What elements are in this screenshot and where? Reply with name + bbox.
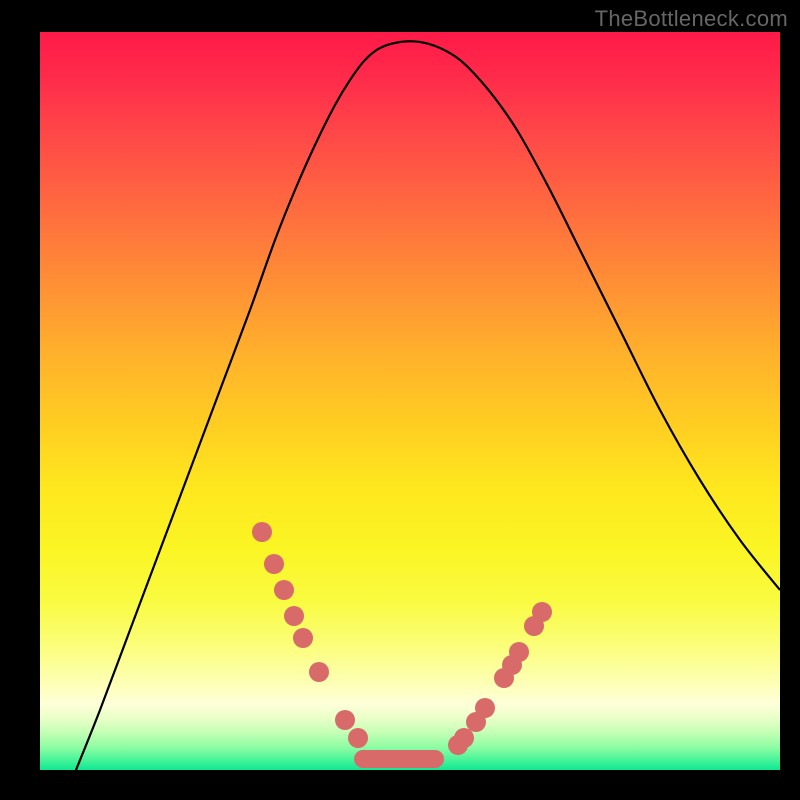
data-marker <box>293 628 313 648</box>
data-marker <box>284 606 304 626</box>
data-marker <box>348 728 368 748</box>
data-marker <box>454 728 474 748</box>
chart-svg <box>40 32 780 770</box>
data-marker <box>532 602 552 622</box>
data-marker <box>509 642 529 662</box>
plot-area <box>40 32 780 770</box>
data-marker <box>475 698 495 718</box>
data-markers <box>252 522 552 755</box>
data-marker <box>274 580 294 600</box>
data-marker <box>309 662 329 682</box>
bottleneck-curve <box>76 41 780 770</box>
data-marker <box>335 710 355 730</box>
data-marker <box>252 522 272 542</box>
data-marker <box>264 554 284 574</box>
watermark-text: TheBottleneck.com <box>595 6 788 32</box>
